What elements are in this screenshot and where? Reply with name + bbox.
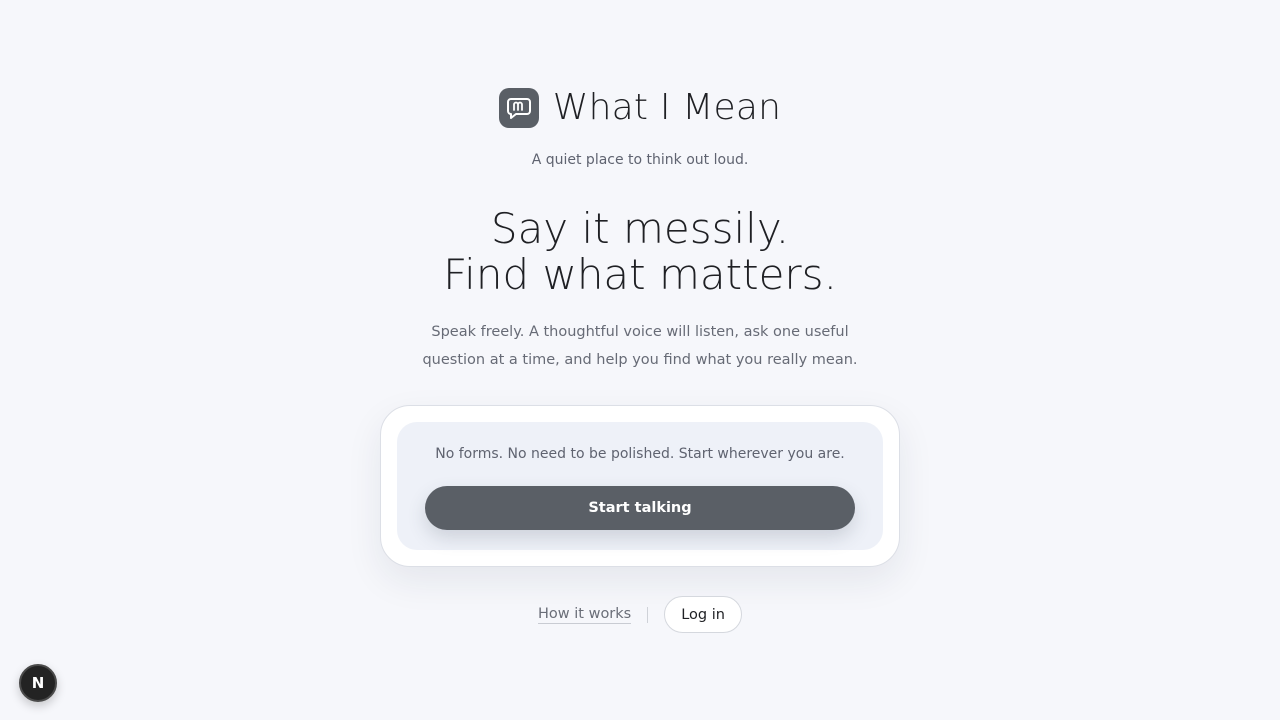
start-talking-button[interactable]: Start talking xyxy=(425,486,855,530)
start-card-inner: No forms. No need to be polished. Start … xyxy=(397,422,883,550)
dev-badge-label: N xyxy=(31,674,45,692)
chat-bubble-m-icon xyxy=(498,88,539,128)
start-card: No forms. No need to be polished. Start … xyxy=(380,405,900,567)
card-note: No forms. No need to be polished. Start … xyxy=(435,446,845,462)
footer-links: How it works Log in xyxy=(0,596,1280,633)
link-divider xyxy=(647,606,649,623)
hero-headline: Say it messily. Find what matters. xyxy=(0,206,1280,298)
tagline: A quiet place to think out loud. xyxy=(531,152,749,168)
nextjs-icon[interactable]: N xyxy=(19,664,57,702)
brand: What I Mean xyxy=(0,88,1280,128)
intro-text: Speak freely. A thoughtful voice will li… xyxy=(422,324,858,368)
headline-line-2: Find what matters. xyxy=(443,250,837,299)
how-it-works-link[interactable]: How it works xyxy=(538,606,632,624)
headline-line-1: Say it messily. xyxy=(490,204,790,253)
log-in-button[interactable]: Log in xyxy=(664,596,742,633)
brand-name: What I Mean xyxy=(552,87,782,128)
